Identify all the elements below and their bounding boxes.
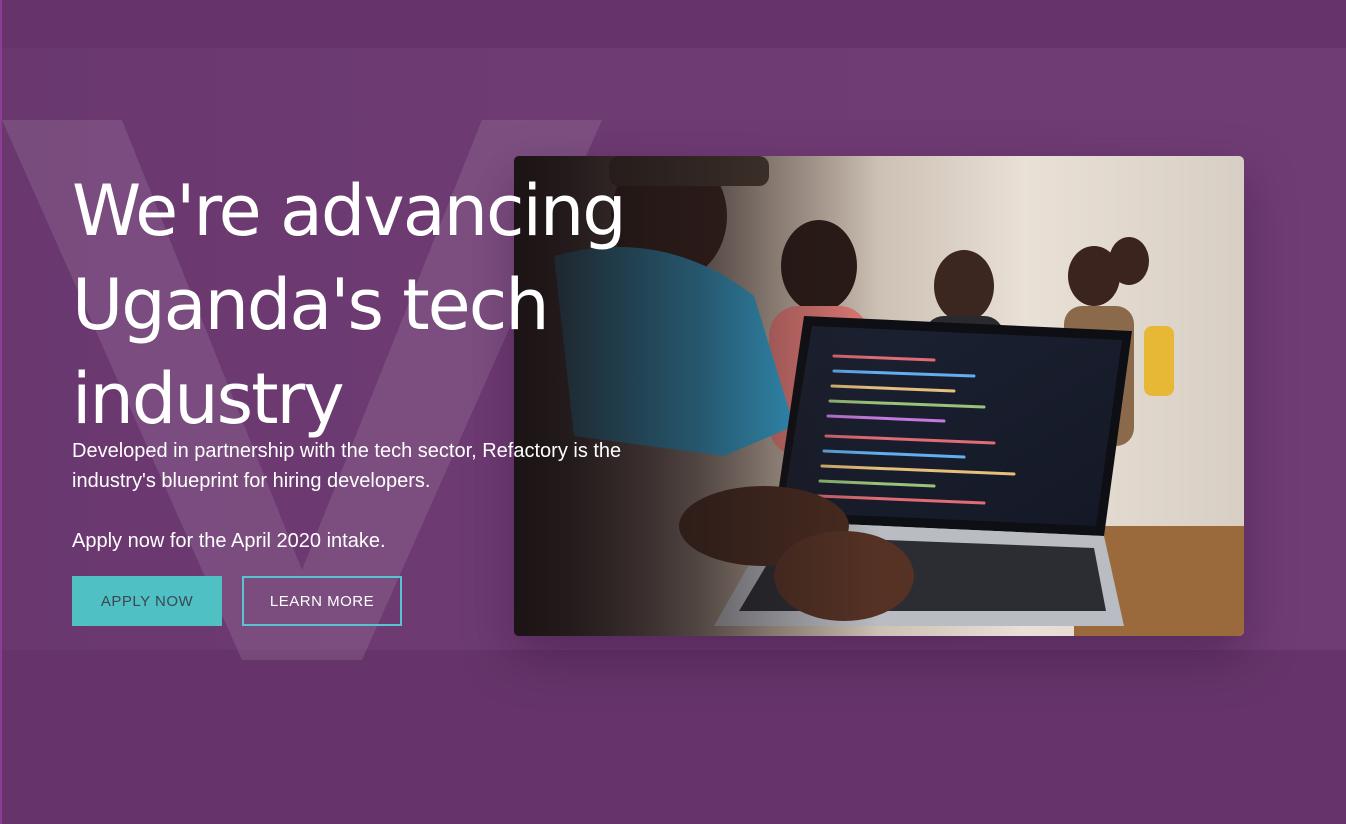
learn-more-button[interactable]: LEARN MORE: [242, 576, 402, 626]
headline-line-1: We're advancing: [72, 170, 627, 252]
hero-lead-text: Developed in partnership with the tech s…: [72, 440, 622, 492]
hero-headline: We're advancing Uganda's tech industry: [72, 164, 672, 446]
apply-now-button[interactable]: APPLY NOW: [72, 576, 222, 626]
hero-section: We're advancing Uganda's tech industry D…: [0, 0, 1346, 824]
intake-notice: Apply now for the April 2020 intake.: [72, 530, 386, 552]
headline-line-3: industry: [72, 358, 345, 440]
headline-line-2: Uganda's tech: [72, 264, 550, 346]
